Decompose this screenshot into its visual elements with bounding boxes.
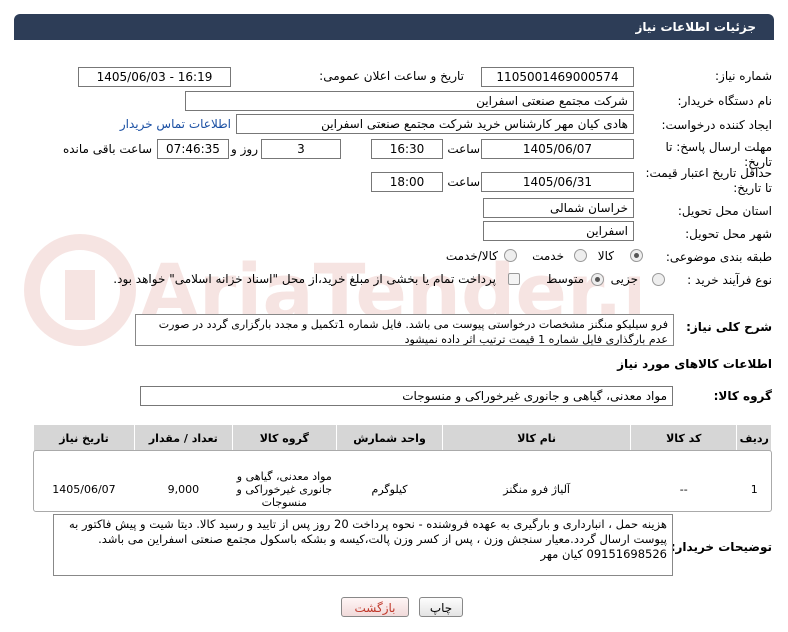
- page-title: جزئیات اطلاعات نیاز: [635, 20, 756, 34]
- payment-note: پرداخت تمام یا بخشی از مبلغ خرید،از محل …: [113, 272, 496, 286]
- goods-group-field: مواد معدنی، گیاهی و جانوری غیرخوراکی و م…: [140, 386, 673, 406]
- col-group-header: گروه کالا: [231, 424, 337, 452]
- category-option-goods: کالا: [597, 249, 614, 263]
- col-qty-header: تعداد / مقدار: [133, 424, 233, 452]
- process-option-minor: جزیی: [610, 272, 638, 286]
- cell-row: 1: [750, 482, 758, 496]
- category-label: طبقه بندی موضوعی:: [665, 250, 772, 264]
- description-textarea[interactable]: فرو سیلیکو منگنز مشخصات درخواستی پیوست م…: [135, 314, 674, 346]
- price-date-field: 1405/06/31: [481, 172, 634, 192]
- process-option-medium: متوسط: [546, 272, 584, 286]
- category-radio-goods[interactable]: [630, 249, 643, 262]
- send-time-label: ساعت: [447, 142, 480, 156]
- back-button[interactable]: بازگشت: [341, 597, 409, 617]
- col-row-header: ردیف: [736, 424, 772, 452]
- buyer-org-field: شرکت مجتمع صنعتی اسفراین: [185, 91, 634, 111]
- category-option-goods-service: کالا/خدمت: [445, 249, 498, 263]
- goods-section-title: اطلاعات کالاهای مورد نیاز: [617, 357, 772, 371]
- announce-field: 1405/06/03 - 16:19: [78, 67, 231, 87]
- creator-field: هادی کیان مهر کارشناس خرید شرکت مجتمع صن…: [236, 114, 634, 134]
- city-field: اسفراین: [483, 221, 634, 241]
- buyer-notes-label: توضیحات خریدار:: [670, 540, 772, 554]
- price-time-label: ساعت: [447, 175, 480, 189]
- price-validity-label: حداقل تاریخ اعتبار قیمت: تا تاریخ:: [645, 166, 772, 195]
- creator-label: ایجاد کننده درخواست:: [661, 118, 772, 132]
- goods-group-label: گروه کالا:: [713, 389, 772, 403]
- buyer-notes-textarea[interactable]: هزینه حمل ، انبارداری و بارگیری به عهده …: [53, 514, 673, 576]
- col-code-header: کد کالا: [630, 424, 738, 452]
- days-label: روز و: [231, 142, 258, 156]
- buyer-org-label: نام دستگاه خریدار:: [677, 94, 773, 108]
- category-radio-service[interactable]: [574, 249, 587, 262]
- announce-label: تاریخ و ساعت اعلان عمومی:: [319, 69, 464, 83]
- table-header-row: ردیف کد کالا نام کالا واحد شمارش گروه کا…: [33, 424, 772, 452]
- city-label: شهر محل تحویل:: [685, 227, 772, 241]
- days-field: 3: [261, 139, 341, 159]
- buyer-notes-text: هزینه حمل ، انبارداری و بارگیری به عهده …: [68, 517, 667, 561]
- category-radio-goods-service[interactable]: [504, 249, 517, 262]
- category-option-service: خدمت: [532, 249, 564, 263]
- col-name-header: نام کالا: [442, 424, 632, 452]
- remaining-label: ساعت باقی مانده: [62, 142, 152, 156]
- treasury-payment-checkbox[interactable]: [508, 273, 520, 285]
- send-date-field: 1405/06/07: [481, 139, 634, 159]
- col-date-header: تاریخ نیاز: [33, 424, 135, 452]
- print-button[interactable]: چاپ: [419, 597, 463, 617]
- page-header: جزئیات اطلاعات نیاز: [14, 14, 774, 40]
- process-label: نوع فرآیند خرید :: [687, 273, 772, 287]
- need-number-field: 1105001469000574: [481, 67, 634, 87]
- process-radio-medium[interactable]: [591, 273, 604, 286]
- province-label: استان محل تحویل:: [677, 204, 772, 218]
- items-table-wrapper: ردیف کد کالا نام کالا واحد شمارش گروه کا…: [33, 424, 772, 510]
- process-radio-minor[interactable]: [652, 273, 665, 286]
- col-unit-header: واحد شمارش: [335, 424, 444, 452]
- items-table: ردیف کد کالا نام کالا واحد شمارش گروه کا…: [33, 424, 772, 526]
- remaining-time-field: 07:46:35: [157, 139, 229, 159]
- description-text: فرو سیلیکو منگنز مشخصات درخواستی پیوست م…: [158, 318, 668, 346]
- contact-info-link[interactable]: اطلاعات تماس خریدار: [120, 117, 231, 131]
- send-time-field: 16:30: [371, 139, 443, 159]
- price-time-field: 18:00: [371, 172, 443, 192]
- description-label: شرح کلی نیاز:: [686, 320, 772, 334]
- province-field: خراسان شمالی: [483, 198, 634, 218]
- need-number-label: شماره نیاز:: [715, 69, 772, 83]
